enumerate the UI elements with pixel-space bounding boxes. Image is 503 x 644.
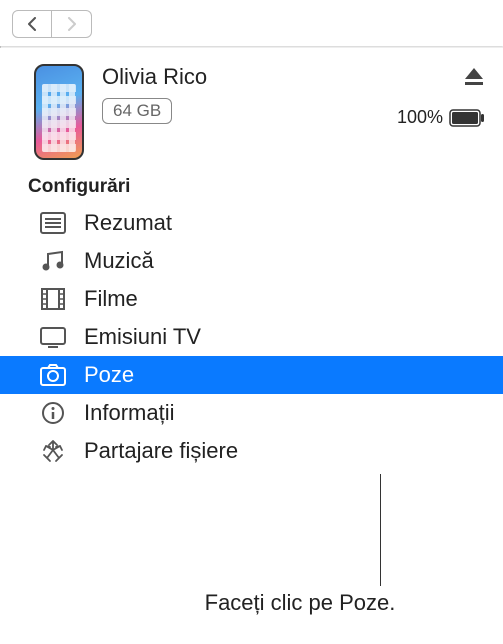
capacity-badge: 64 GB [102,98,172,124]
sidebar-item-label: Rezumat [84,210,172,236]
nav-forward-button[interactable] [52,10,92,38]
sidebar-item-label: Emisiuni TV [84,324,201,350]
sidebar-item-label: Poze [84,362,134,388]
eject-icon [463,66,485,86]
callout-line [380,474,381,586]
music-icon [38,248,68,274]
film-icon [38,286,68,312]
tv-icon [38,324,68,350]
sidebar-item-tv[interactable]: Emisiuni TV [0,318,503,356]
sidebar-item-photos[interactable]: Poze [0,356,503,394]
sidebar-list: Rezumat Muzică Filme Emisiuni TV Poze In… [0,204,503,470]
device-name: Olivia Rico [102,64,379,90]
chevron-left-icon [26,17,38,31]
battery-percent: 100% [397,107,443,128]
battery-icon [449,109,485,127]
eject-button[interactable] [463,66,485,91]
photos-icon [38,362,68,388]
sidebar-item-movies[interactable]: Filme [0,280,503,318]
sidebar-item-label: Informații [84,400,174,426]
summary-icon [38,210,68,236]
toolbar [0,0,503,46]
sidebar-item-filesharing[interactable]: Partajare fișiere [0,432,503,470]
chevron-right-icon [66,17,78,31]
sidebar-item-summary[interactable]: Rezumat [0,204,503,242]
sidebar-item-info[interactable]: Informații [0,394,503,432]
sidebar-item-label: Partajare fișiere [84,438,238,464]
device-header: Olivia Rico 64 GB 100% [0,48,503,170]
callout-text: Faceți clic pe Poze. [110,590,490,616]
apps-icon [38,438,68,464]
battery-status: 100% [397,107,485,128]
info-icon [38,400,68,426]
section-label: Configurări [0,170,503,204]
sidebar-item-label: Muzică [84,248,154,274]
device-thumbnail [34,64,84,160]
sidebar-item-music[interactable]: Muzică [0,242,503,280]
nav-back-button[interactable] [12,10,52,38]
sidebar-item-label: Filme [84,286,138,312]
